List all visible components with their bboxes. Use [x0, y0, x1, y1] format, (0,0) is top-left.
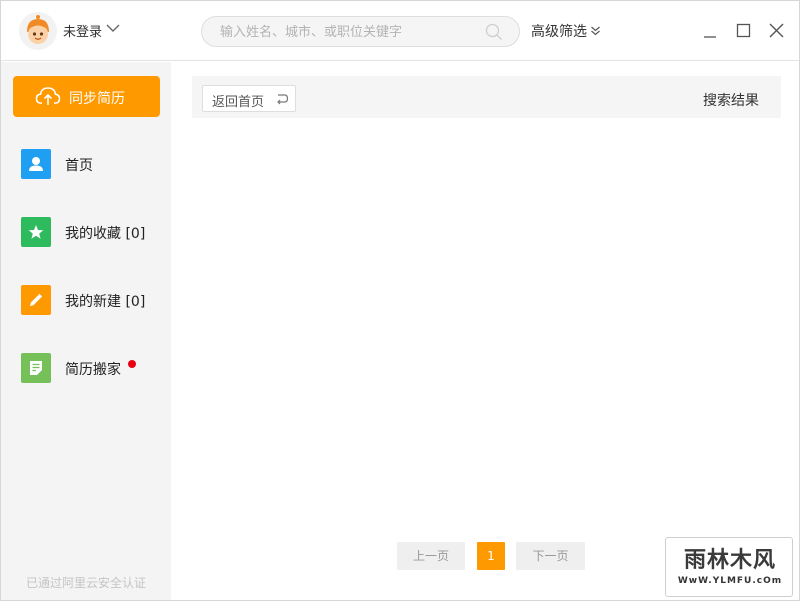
user-avatar[interactable]: [19, 12, 57, 50]
watermark-logo: 雨林木风 WwW.YLMFU.cOm: [665, 537, 793, 597]
title-bar: 未登录 高级筛选: [1, 1, 799, 61]
current-page-button[interactable]: 1: [477, 542, 505, 570]
return-icon: [277, 94, 289, 105]
sidebar-item-home[interactable]: 首页: [1, 144, 171, 184]
chevron-down-icon[interactable]: [105, 23, 121, 33]
mascot-icon: [19, 12, 57, 50]
star-icon: [21, 217, 51, 247]
sidebar-item-resume-move[interactable]: 简历搬家: [1, 348, 171, 388]
watermark-url: WwW.YLMFU.cOm: [677, 576, 783, 586]
sidebar-item-created[interactable]: 我的新建 [0]: [1, 280, 171, 320]
results-toolbar: 返回首页 搜索结果: [192, 76, 781, 118]
security-certification-note: 已通过阿里云安全认证: [25, 576, 146, 590]
pencil-icon: [21, 285, 51, 315]
app-window: 未登录 高级筛选: [0, 0, 800, 601]
watermark-text: 雨林木风: [683, 547, 776, 573]
previous-page-button[interactable]: 上一页: [397, 542, 465, 570]
sidebar-item-favorites[interactable]: 我的收藏 [0]: [1, 212, 171, 252]
sidebar-item-label: 我的收藏 [0]: [65, 226, 146, 242]
minimize-icon[interactable]: [700, 21, 720, 41]
maximize-icon[interactable]: [734, 21, 754, 41]
search-box: [201, 16, 520, 47]
login-status-label[interactable]: 未登录: [63, 21, 102, 40]
sidebar: 同步简历 首页 我的收藏 [0] 我的新建 [0] 简历搬家 已通过阿里云安全认…: [1, 62, 171, 600]
sidebar-item-label: 简历搬家: [65, 362, 121, 378]
sidebar-item-label: 首页: [65, 158, 93, 174]
document-icon: [21, 353, 51, 383]
search-icon[interactable]: [485, 23, 503, 41]
person-icon: [21, 149, 51, 179]
back-home-label: 返回首页: [212, 95, 265, 110]
search-results-title: 搜索结果: [703, 93, 759, 109]
close-icon[interactable]: [767, 21, 787, 41]
main-content: 返回首页 搜索结果 上一页 1 下一页: [172, 62, 799, 600]
back-home-button[interactable]: 返回首页: [202, 85, 296, 112]
next-page-button[interactable]: 下一页: [516, 542, 585, 570]
notification-dot: [128, 360, 136, 368]
sidebar-item-label: 我的新建 [0]: [65, 294, 146, 310]
sync-resume-button[interactable]: 同步简历: [13, 76, 160, 117]
search-input[interactable]: [220, 23, 480, 41]
double-chevron-down-icon[interactable]: [590, 26, 601, 36]
advanced-filter-button[interactable]: 高级筛选: [531, 21, 587, 41]
cloud-upload-icon: [35, 87, 61, 105]
sync-resume-label: 同步简历: [69, 91, 125, 107]
